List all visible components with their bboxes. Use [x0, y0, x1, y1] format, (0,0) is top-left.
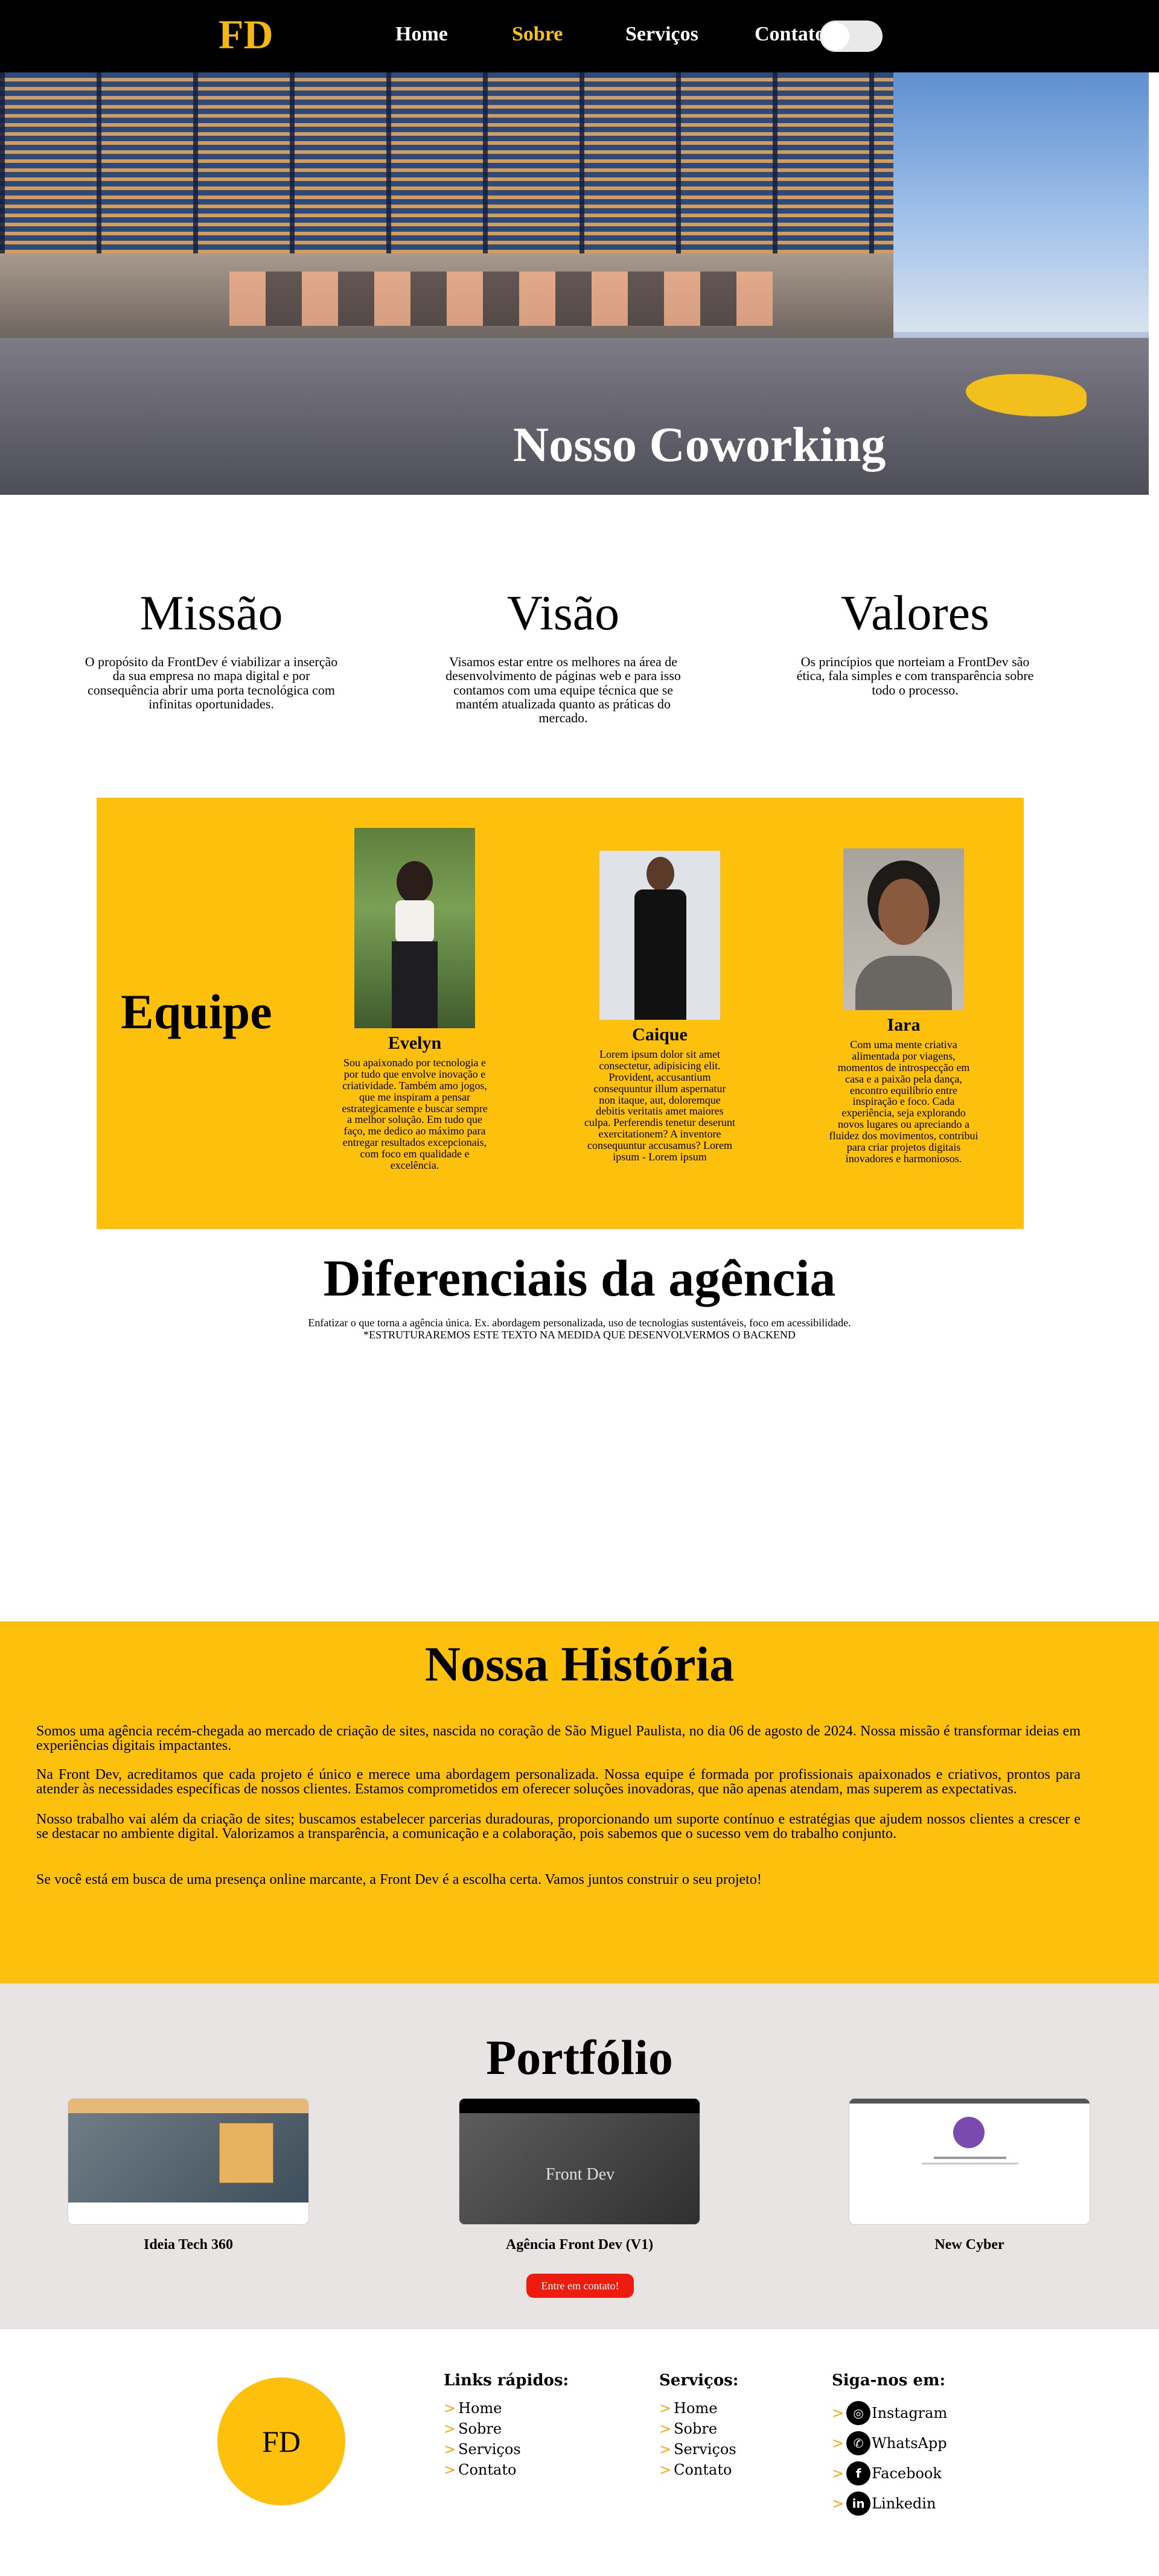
social-linkedin[interactable]: > in Linkedin — [832, 2489, 947, 2519]
caique-name: Caique — [632, 1025, 688, 1045]
portfolio-card-front-dev[interactable]: Front Dev Agência Front Dev (V1) — [459, 2098, 700, 2253]
values-text: Os princípios que norteiam a FrontDev sã… — [796, 654, 1034, 698]
whatsapp-icon: ✆ — [846, 2431, 871, 2455]
team-member-iara: Iara Com uma mente criativa alimentada p… — [828, 848, 979, 1165]
vision-title: Visão — [506, 585, 620, 640]
history-title: Nossa História — [424, 1636, 735, 1691]
facebook-icon: f — [846, 2461, 871, 2485]
team-member-evelyn: Evelyn Sou apaixonado por tecnologia e p… — [339, 828, 490, 1171]
footer-services-title: Serviços: — [659, 2371, 739, 2390]
footer-service-sobre[interactable]: > Sobre — [659, 2419, 738, 2439]
portfolio-thumb[interactable]: Front Dev — [459, 2098, 700, 2225]
footer: FD Links rápidos: > Home > Sobre > Serviços… — [0, 2329, 1159, 2576]
footer-service-contato[interactable]: > Contato — [659, 2460, 738, 2480]
portfolio-card-ideia-tech[interactable]: Ideia Tech 360 — [68, 2098, 309, 2253]
top-navbar: FD Home Sobre Serviços Contato — [0, 0, 1159, 72]
portfolio-thumb-text: Front Dev — [545, 2165, 615, 2184]
iara-photo — [843, 848, 964, 1010]
values-block: Valores Os princípios que norteiam a Fro… — [788, 588, 1042, 697]
history-paragraph: Nosso trabalho vai além da criação de si… — [36, 1811, 1081, 1842]
iara-name: Iara — [887, 1015, 921, 1035]
footer-service-servicos[interactable]: > Serviços — [659, 2439, 738, 2460]
mission-title: Missão — [139, 585, 283, 640]
mission-text: O propósito da FrontDev é viabilizar a i… — [85, 654, 338, 711]
linkedin-icon: in — [846, 2492, 871, 2516]
toggle-knob — [822, 22, 849, 50]
portfolio-caption: New Cyber — [934, 2237, 1004, 2253]
instagram-icon: ◎ — [846, 2401, 871, 2425]
footer-link-servicos[interactable]: > Serviços — [444, 2439, 569, 2460]
portfolio-card-new-cyber[interactable]: New Cyber — [849, 2098, 1090, 2253]
history-section: Nossa História Somos uma agência recém-c… — [0, 1621, 1159, 1983]
history-paragraph: Se você está em busca de uma presença on… — [36, 1872, 762, 1887]
vision-block: Visão Visamos estar entre os melhores na… — [436, 588, 690, 725]
nav-link-contato[interactable]: Contato — [755, 23, 825, 46]
differentials-text: Enfatizar o que torna a agência única. E… — [0, 1317, 1159, 1341]
footer-quick-links: Links rápidos: > Home > Sobre > Serviços > C… — [444, 2371, 569, 2480]
team-member-caique: Caique Lorem ipsum dolor sit amet consec… — [584, 851, 735, 1163]
vision-text: Visamos estar entre os melhores na área … — [445, 654, 681, 726]
footer-link-sobre[interactable]: > Sobre — [444, 2419, 569, 2439]
nav-link-sobre[interactable]: Sobre — [512, 23, 563, 46]
hero-lobby-lights — [229, 272, 773, 326]
portfolio-section: Portfólio Ideia Tech 360 Front Dev Agênc… — [0, 1983, 1159, 2329]
social-facebook[interactable]: > f Facebook — [832, 2458, 947, 2489]
evelyn-bio: Sou apaixonado por tecnologia e por tudo… — [342, 1057, 488, 1172]
portfolio-thumb[interactable] — [849, 2098, 1090, 2225]
hero-title: Nosso Coworking — [513, 417, 886, 472]
nav-link-home[interactable]: Home — [395, 23, 448, 46]
history-paragraph: Somos uma agência recém-chegada ao merca… — [36, 1723, 1081, 1754]
footer-social-title: Siga-nos em: — [832, 2371, 946, 2390]
differentials-line-1: Enfatizar o que torna a agência única. E… — [308, 1317, 851, 1329]
iara-bio: Com uma mente criativa alimentada por vi… — [829, 1038, 979, 1165]
footer-service-home[interactable]: > Home — [659, 2398, 738, 2419]
team-section: Equipe Evelyn Sou apaixonado por tecnolo… — [97, 798, 1024, 1229]
hero-sky — [887, 72, 1149, 332]
portfolio-caption: Agência Front Dev (V1) — [505, 2237, 654, 2253]
footer-quick-links-title: Links rápidos: — [444, 2371, 569, 2390]
footer-logo[interactable]: FD — [217, 2377, 345, 2505]
brand-logo[interactable]: FD — [219, 11, 273, 59]
differentials-line-2: *ESTRUTURAREMOS ESTE TEXTO NA MEDIDA QUE… — [363, 1328, 796, 1341]
monster-illustration — [953, 2117, 985, 2148]
team-title: Equipe — [121, 984, 272, 1039]
portfolio-thumb[interactable] — [68, 2098, 309, 2225]
caique-bio: Lorem ipsum dolor sit amet consectetur, … — [584, 1048, 735, 1163]
mission-block: Missão O propósito da FrontDev é viabili… — [85, 588, 338, 711]
social-whatsapp[interactable]: > ✆ WhatsApp — [832, 2428, 947, 2458]
contact-button[interactable]: Entre em contato! — [526, 2274, 634, 2298]
evelyn-photo — [354, 828, 475, 1028]
nav-link-servicos[interactable]: Serviços — [625, 23, 698, 46]
hero-banner: Nosso Coworking — [0, 72, 1149, 495]
footer-social: Siga-nos em: > ◎ Instagram > ✆ WhatsApp > f Fa… — [832, 2371, 947, 2519]
portfolio-title: Portfólio — [486, 2030, 673, 2085]
footer-link-contato[interactable]: > Contato — [444, 2460, 569, 2480]
portfolio-caption: Ideia Tech 360 — [143, 2237, 234, 2253]
footer-services: Serviços: > Home > Sobre > Serviços > Contat… — [659, 2371, 738, 2480]
history-paragraph: Na Front Dev, acreditamos que cada proje… — [36, 1767, 1081, 1798]
footer-link-home[interactable]: > Home — [444, 2398, 569, 2419]
social-instagram[interactable]: > ◎ Instagram — [832, 2398, 947, 2428]
differentials-title: Diferenciais da agência — [323, 1249, 836, 1307]
evelyn-name: Evelyn — [388, 1033, 442, 1053]
theme-toggle[interactable] — [820, 21, 883, 52]
caique-photo — [599, 851, 720, 1020]
values-title: Valores — [841, 585, 989, 640]
